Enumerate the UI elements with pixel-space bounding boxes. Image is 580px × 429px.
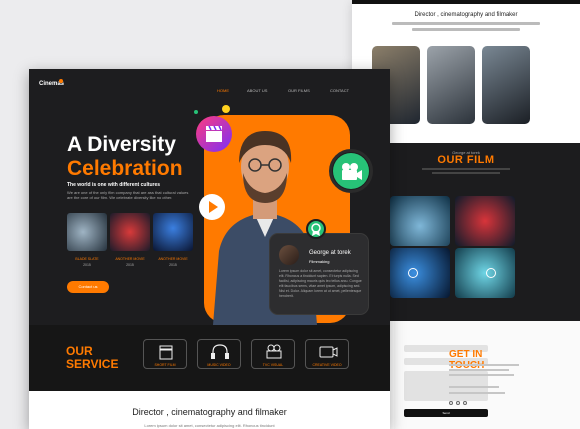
nav-films[interactable]: OUR FILMS	[288, 88, 310, 93]
hero-title: A Diversity	[67, 133, 176, 156]
social-icon[interactable]	[456, 401, 460, 405]
hero-tagline: The world is one with different cultures	[67, 182, 161, 188]
play-icon[interactable]	[486, 268, 496, 278]
play-icon	[209, 201, 218, 213]
movie-title: BLADE SLATE	[75, 257, 99, 261]
award-icon	[311, 223, 321, 236]
movie-year: 2015	[126, 263, 134, 267]
text-line	[449, 374, 514, 376]
crew-photo[interactable]	[482, 46, 530, 124]
text-line	[449, 364, 519, 366]
nav-about[interactable]: ABOUT US	[247, 88, 267, 93]
text-line	[449, 392, 505, 394]
about-subtext: Lorem ipsum dolor sit amet, consectetur …	[144, 423, 275, 428]
movie-poster[interactable]	[67, 213, 107, 251]
award-badge	[306, 219, 326, 239]
text-line	[432, 172, 500, 174]
service-title-line: SERVICE	[66, 357, 119, 371]
about-heading: Director , cinematography and filmaker	[132, 407, 287, 417]
film-thumbnail[interactable]	[455, 196, 515, 246]
movie-title: ANOTHER MOVIE	[158, 257, 188, 261]
film-thumbnail[interactable]	[390, 248, 450, 298]
text-line	[422, 168, 510, 170]
camera-badge	[333, 153, 369, 189]
service-label: CREATIVE VIDEO	[312, 363, 342, 367]
top-bar	[352, 0, 580, 4]
text-line	[449, 386, 499, 388]
hero-title-accent: Celebration	[67, 157, 183, 180]
social-icon[interactable]	[449, 401, 453, 405]
play-button[interactable]	[199, 194, 225, 220]
video-icon	[319, 346, 338, 358]
service-title: OUR SERVICE	[66, 345, 118, 371]
avatar	[279, 245, 299, 265]
movie-title: ANOTHER MOVIE	[115, 257, 145, 261]
contact-button[interactable]: Contact us	[67, 281, 109, 293]
subtitle-line	[412, 28, 520, 31]
clapperboard-icon	[159, 345, 173, 360]
nav-contact[interactable]: CONTACT	[330, 88, 349, 93]
hero-body: We are one of the only film company that…	[67, 190, 189, 200]
decor-dot	[194, 110, 198, 114]
social-icon[interactable]	[463, 401, 467, 405]
movie-poster[interactable]	[153, 213, 193, 251]
back-heading: Director , cinematography and filmaker	[414, 12, 518, 18]
profile-role: Filmmaking	[309, 259, 330, 264]
movie-year: 2015	[169, 263, 177, 267]
headphones-icon	[211, 344, 229, 359]
service-label: TVC VISUAL	[262, 363, 284, 367]
film-thumbnail[interactable]	[390, 196, 450, 246]
service-label: MUSIC VIDEO	[207, 363, 231, 367]
send-button[interactable]: Send	[404, 409, 488, 417]
tv-camera-icon	[266, 344, 282, 359]
movie-year: 2015	[83, 263, 91, 267]
service-label: SHORT FILM	[154, 363, 176, 367]
profile-bio: Lorem ipsum dolor sit amet, consectetur …	[279, 269, 362, 298]
crew-photo[interactable]	[427, 46, 475, 124]
movie-poster[interactable]	[110, 213, 150, 251]
clapperboard-badge	[196, 116, 232, 152]
text-line	[449, 369, 509, 371]
logo-dot	[59, 79, 63, 83]
profile-name: George at torek	[309, 250, 351, 256]
camera-icon	[342, 163, 362, 180]
film-thumbnail[interactable]	[455, 248, 515, 298]
contact-title: GET IN TOUCH	[449, 349, 484, 371]
nav-home[interactable]: HOME	[217, 88, 229, 93]
subtitle-line	[392, 22, 540, 25]
play-icon[interactable]	[408, 268, 418, 278]
clapperboard-icon	[206, 125, 222, 142]
main-page: Cinemas HOME ABOUT US OUR FILMS CONTACT …	[29, 69, 390, 429]
